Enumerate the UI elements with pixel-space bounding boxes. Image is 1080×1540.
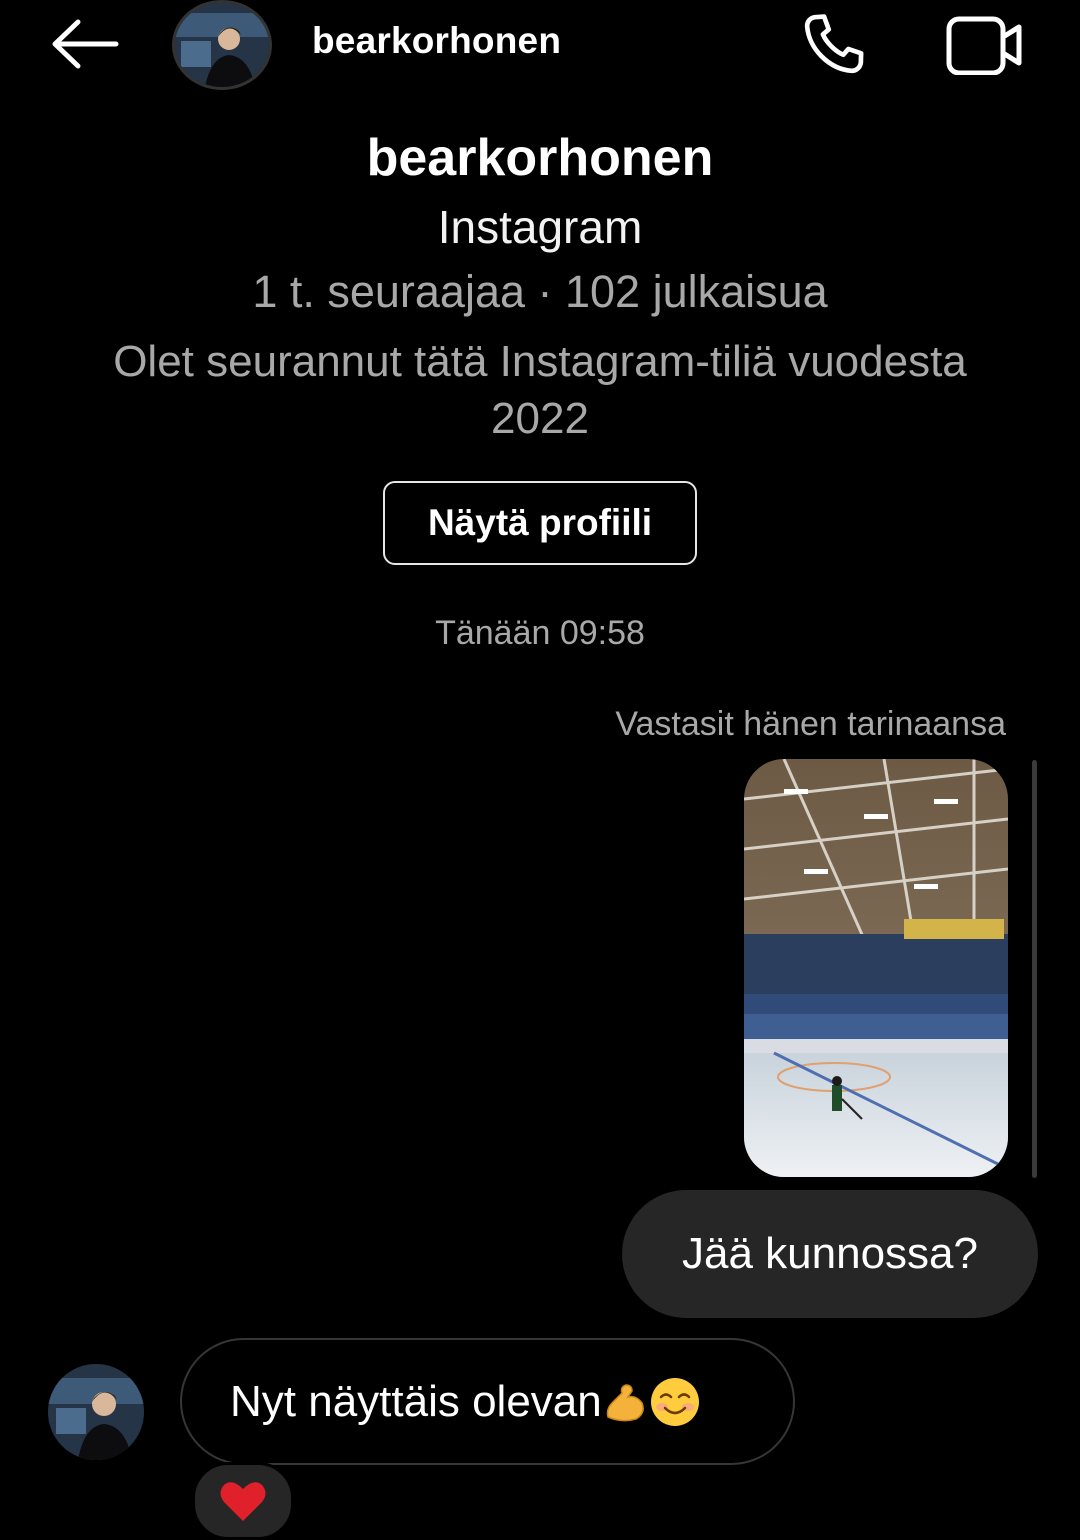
- video-call-button[interactable]: [940, 6, 1030, 82]
- story-thumbnail[interactable]: [744, 759, 1008, 1177]
- message-timestamp: Tänään 09:58: [435, 614, 645, 652]
- follow-duration-note: Olet seurannut tätä Instagram-tiliä vuod…: [113, 337, 967, 443]
- ice-rink-image: [744, 759, 1008, 1177]
- received-message-bubble[interactable]: Nyt näyttäis olevan: [180, 1338, 795, 1465]
- heart-icon: [220, 1482, 266, 1521]
- profile-platform: Instagram: [437, 201, 643, 253]
- received-message-text: Nyt näyttäis olevan: [230, 1376, 602, 1426]
- story-reply-note: Vastasit hänen tarinaansa: [615, 705, 1006, 743]
- video-camera-icon: [946, 16, 1022, 75]
- view-profile-button[interactable]: Näytä profiili: [383, 481, 697, 565]
- avatar-image: [175, 3, 269, 87]
- sender-avatar[interactable]: [48, 1364, 144, 1460]
- call-button[interactable]: [796, 6, 872, 82]
- story-reply-indicator: [1032, 760, 1037, 1178]
- profile-name: bearkorhonen: [366, 129, 714, 187]
- reaction-badge[interactable]: [192, 1462, 294, 1540]
- arrow-left-icon: [52, 19, 119, 69]
- phone-icon: [804, 14, 864, 74]
- top-bar: bearkorhonen: [0, 0, 1080, 92]
- sent-message-bubble[interactable]: Jää kunnossa?: [622, 1190, 1038, 1318]
- flexed-biceps-icon: [606, 1383, 644, 1421]
- back-button[interactable]: [44, 14, 124, 74]
- avatar[interactable]: [172, 0, 272, 90]
- smiling-face-icon: [650, 1377, 699, 1426]
- sent-message-text: Jää kunnossa?: [682, 1229, 978, 1278]
- avatar-image: [48, 1364, 144, 1460]
- header-username[interactable]: bearkorhonen: [312, 20, 561, 62]
- profile-stats: 1 t. seuraajaa · 102 julkaisua: [252, 266, 828, 317]
